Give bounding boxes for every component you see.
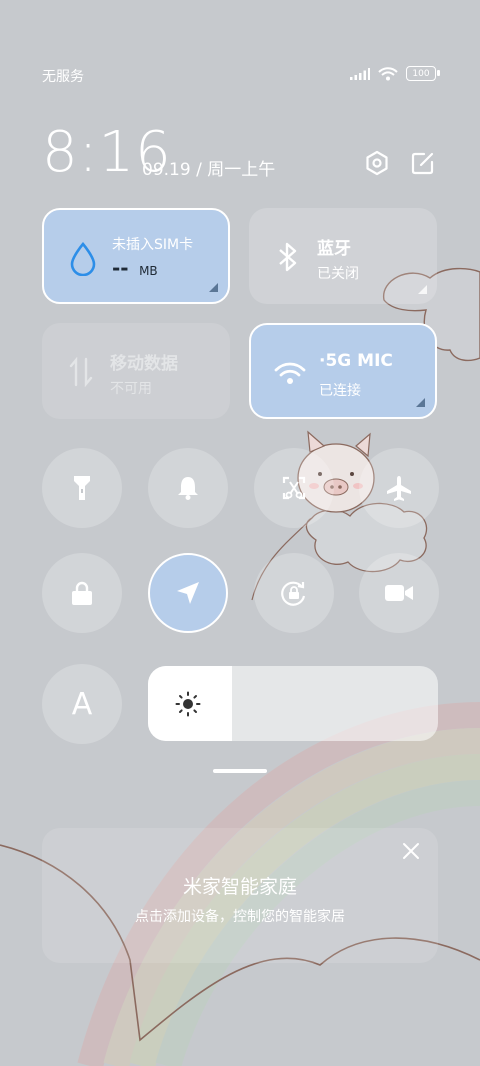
rotation-lock-icon: [281, 581, 306, 606]
auto-brightness-label: A: [71, 686, 93, 722]
edit-button[interactable]: [408, 148, 438, 178]
screenshot-toggle[interactable]: [254, 448, 334, 528]
wifi-status: 已连接: [319, 383, 361, 399]
location-toggle[interactable]: [148, 553, 228, 633]
bell-icon: [178, 477, 198, 500]
signal-icon: [350, 67, 370, 80]
video-icon: [385, 585, 413, 601]
auto-brightness-toggle[interactable]: A: [42, 664, 122, 744]
sim-tile[interactable]: 未插入SIM卡 -- MB: [42, 208, 230, 304]
edit-icon: [411, 152, 434, 175]
lock-screen-toggle[interactable]: [42, 553, 122, 633]
expand-corner-icon: [416, 398, 425, 407]
battery-icon: 100: [406, 66, 440, 81]
data-usage-value: --: [112, 256, 129, 280]
wifi-icon: [273, 357, 307, 391]
water-drop-icon: [66, 242, 100, 276]
smart-home-card[interactable]: 米家智能家庭 点击添加设备，控制您的智能家居: [42, 828, 438, 963]
rotation-lock-toggle[interactable]: [254, 553, 334, 633]
expand-corner-icon: [418, 285, 427, 294]
close-icon[interactable]: [400, 840, 422, 862]
expand-corner-icon: [209, 283, 218, 292]
lock-icon: [72, 581, 92, 605]
mobile-data-icon: [64, 355, 98, 389]
flashlight-toggle[interactable]: [42, 448, 122, 528]
airplane-icon: [387, 476, 411, 501]
data-usage-unit: MB: [139, 264, 158, 278]
settings-icon: [366, 150, 388, 176]
mobile-data-title: 移动数据: [110, 354, 178, 374]
bluetooth-status: 已关闭: [317, 266, 359, 282]
wifi-network-name: ·5G MIC: [319, 351, 393, 371]
screenshot-icon: [282, 476, 306, 500]
bluetooth-tile[interactable]: 蓝牙 已关闭: [249, 208, 437, 304]
sun-icon: [175, 691, 201, 717]
wifi-status-icon: [378, 66, 398, 80]
bluetooth-title: 蓝牙: [317, 239, 351, 259]
notification-toggle[interactable]: [148, 448, 228, 528]
mobile-data-status: 不可用: [110, 381, 152, 397]
carrier-status: 无服务: [42, 69, 84, 85]
airplane-mode-toggle[interactable]: [359, 448, 439, 528]
flashlight-icon: [74, 476, 90, 500]
panel-drag-handle[interactable]: [213, 769, 267, 773]
battery-level: 100: [412, 68, 430, 79]
screen-record-toggle[interactable]: [359, 553, 439, 633]
smart-home-title: 米家智能家庭: [182, 876, 297, 898]
location-icon: [177, 582, 199, 604]
brightness-slider[interactable]: [148, 666, 438, 741]
mobile-data-tile[interactable]: 移动数据 不可用: [42, 323, 230, 419]
wifi-tile[interactable]: ·5G MIC 已连接: [249, 323, 437, 419]
status-icons: 100: [350, 66, 440, 81]
smart-home-subtitle: 点击添加设备，控制您的智能家居: [135, 909, 345, 925]
settings-button[interactable]: [362, 148, 392, 178]
bluetooth-icon: [271, 240, 305, 274]
date: 09.19 / 周一上午: [142, 160, 276, 180]
sim-title: 未插入SIM卡: [112, 237, 194, 253]
